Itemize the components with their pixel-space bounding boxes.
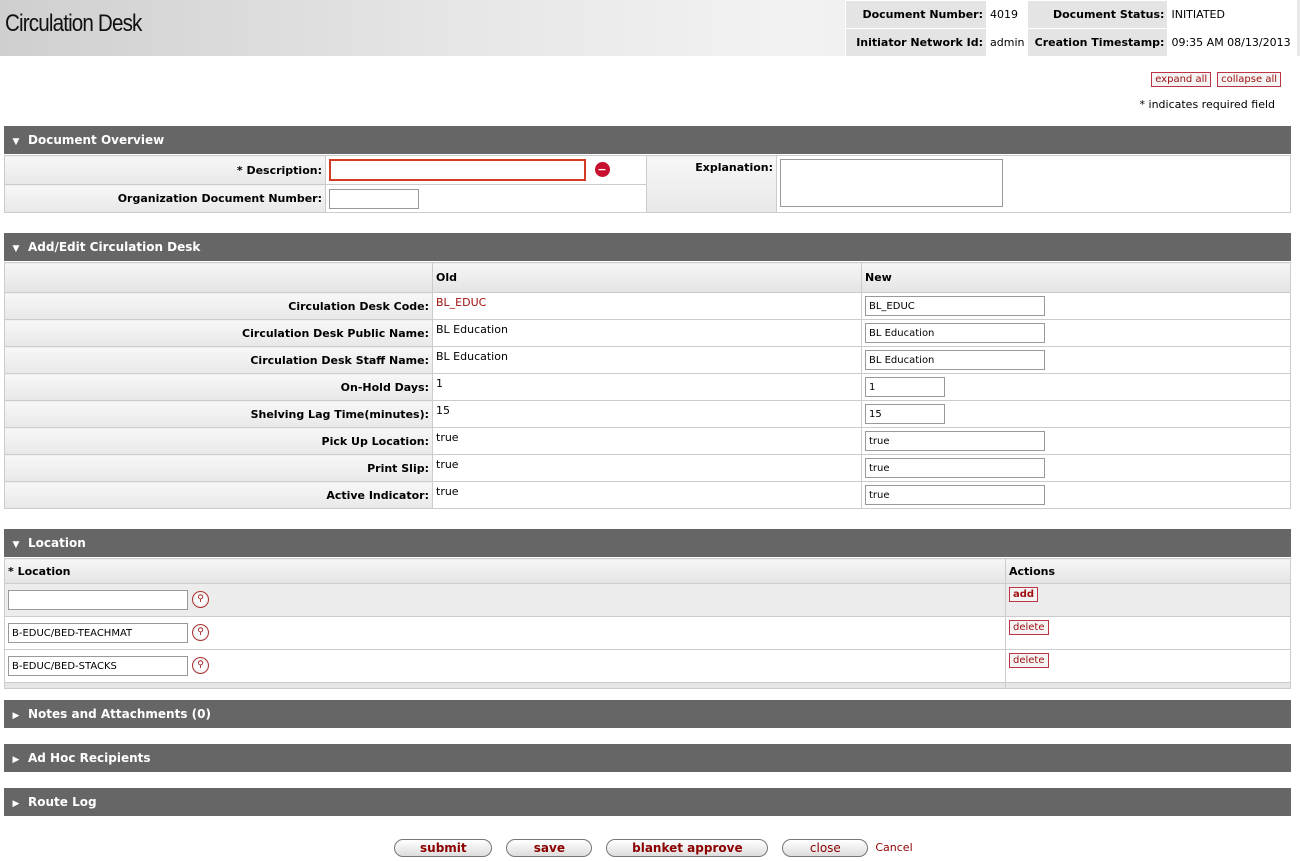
location-table: * Location Actions ⚲ add ⚲ delete ⚲ dele…	[4, 558, 1291, 689]
section-notes-attachments[interactable]: ▶ Notes and Attachments (0)	[4, 700, 1291, 728]
explanation-label: Explanation:	[646, 155, 777, 213]
section-title: Route Log	[28, 795, 97, 809]
active-indicator-input[interactable]	[865, 485, 1045, 505]
explanation-textarea[interactable]	[780, 159, 1003, 207]
old-value: BL_EDUC	[432, 292, 862, 320]
action-bar: submit save blanket approve close Cancel	[0, 839, 1300, 857]
org-doc-number-label: Organization Document Number:	[4, 184, 326, 213]
table-row: Active Indicator: true	[4, 481, 1291, 509]
table-row: Pick Up Location: true	[4, 427, 1291, 455]
field-label: Active Indicator:	[4, 481, 433, 509]
section-title: Location	[28, 536, 86, 550]
save-button[interactable]: save	[506, 839, 593, 857]
field-label: Circulation Desk Code:	[4, 292, 433, 320]
doc-status-value: INITIATED	[1167, 0, 1298, 29]
old-value: true	[432, 454, 862, 482]
field-label: Circulation Desk Staff Name:	[4, 346, 433, 374]
old-value: BL Education	[432, 346, 862, 374]
table-row: ⚲ delete	[4, 649, 1291, 683]
description-label: * Description:	[4, 155, 326, 185]
pickup-location-input[interactable]	[865, 431, 1045, 451]
collapse-all-button[interactable]: collapse all	[1217, 72, 1281, 87]
collapse-triangle-icon: ▼	[12, 137, 20, 147]
old-value: true	[432, 427, 862, 455]
delete-location-button[interactable]: delete	[1009, 653, 1049, 668]
old-value: 1	[432, 373, 862, 401]
org-doc-number-input[interactable]	[329, 188, 419, 209]
doc-number-value: 4019	[985, 0, 1029, 29]
expand-triangle-icon: ▶	[12, 755, 20, 765]
overview-table: * Description: − Explanation: Organizati…	[4, 155, 1291, 213]
section-ad-hoc-recipients[interactable]: ▶ Ad Hoc Recipients	[4, 744, 1291, 772]
field-label: Print Slip:	[4, 454, 433, 482]
cancel-link[interactable]: Cancel	[875, 841, 912, 854]
field-label: Pick Up Location:	[4, 427, 433, 455]
staff-name-input[interactable]	[865, 350, 1045, 370]
section-title: Document Overview	[28, 133, 165, 147]
public-name-input[interactable]	[865, 323, 1045, 343]
table-row: ⚲ add	[4, 583, 1291, 617]
field-label: On-Hold Days:	[4, 373, 433, 401]
table-row: Shelving Lag Time(minutes): 15	[4, 400, 1291, 428]
shelving-lag-input[interactable]	[865, 404, 945, 424]
old-value: BL Education	[432, 319, 862, 347]
location-input[interactable]	[8, 656, 188, 676]
expand-triangle-icon: ▶	[12, 711, 20, 721]
actions-column-header: Actions	[1005, 558, 1291, 584]
field-label: Circulation Desk Public Name:	[4, 319, 433, 347]
section-add-edit-circulation-desk[interactable]: ▼ Add/Edit Circulation Desk	[4, 233, 1291, 261]
section-document-overview[interactable]: ▼ Document Overview	[4, 126, 1291, 154]
circ-desk-code-input[interactable]	[865, 296, 1045, 316]
field-label: Shelving Lag Time(minutes):	[4, 400, 433, 428]
expand-triangle-icon: ▶	[12, 799, 20, 809]
collapse-triangle-icon: ▼	[12, 244, 20, 254]
new-column-header: New	[861, 262, 1291, 293]
location-input[interactable]	[8, 623, 188, 643]
section-route-log[interactable]: ▶ Route Log	[4, 788, 1291, 816]
description-input[interactable]	[329, 159, 586, 181]
edit-table: Old New Circulation Desk Code: BL_EDUC C…	[4, 262, 1291, 509]
section-title: Ad Hoc Recipients	[28, 751, 151, 765]
blanket-approve-button[interactable]: blanket approve	[606, 839, 769, 857]
section-location[interactable]: ▼ Location	[4, 529, 1291, 557]
location-column-header: * Location	[4, 558, 1006, 584]
submit-button[interactable]: submit	[394, 839, 493, 857]
initiator-label: Initiator Network Id:	[845, 28, 987, 57]
delete-location-button[interactable]: delete	[1009, 620, 1049, 635]
expand-all-button[interactable]: expand all	[1151, 72, 1212, 87]
section-title: Notes and Attachments (0)	[28, 707, 211, 721]
document-meta: Document Number: 4019 Document Status: I…	[845, 0, 1298, 57]
magnifier-lookup-icon[interactable]: ⚲	[192, 591, 209, 608]
table-row: Circulation Desk Staff Name: BL Educatio…	[4, 346, 1291, 374]
magnifier-lookup-icon[interactable]: ⚲	[192, 657, 209, 674]
table-row: Circulation Desk Public Name: BL Educati…	[4, 319, 1291, 347]
required-field-note: * indicates required field	[1139, 98, 1275, 111]
created-value: 09:35 AM 08/13/2013	[1167, 28, 1298, 57]
magnifier-lookup-icon[interactable]: ⚲	[192, 624, 209, 641]
old-value: true	[432, 481, 862, 509]
page-title: Circulation Desk	[5, 10, 142, 37]
table-row: Print Slip: true	[4, 454, 1291, 482]
doc-number-label: Document Number:	[845, 0, 987, 29]
on-hold-days-input[interactable]	[865, 377, 945, 397]
stop-error-icon: −	[594, 162, 610, 177]
add-location-button[interactable]: add	[1009, 587, 1039, 602]
close-button[interactable]: close	[782, 839, 869, 857]
new-location-input[interactable]	[8, 590, 188, 610]
table-row: On-Hold Days: 1	[4, 373, 1291, 401]
initiator-value: admin	[985, 28, 1029, 57]
created-label: Creation Timestamp:	[1027, 28, 1169, 57]
section-title: Add/Edit Circulation Desk	[28, 240, 201, 254]
old-column-header: Old	[432, 262, 862, 293]
collapse-triangle-icon: ▼	[12, 540, 20, 550]
old-value: 15	[432, 400, 862, 428]
table-row: ⚲ delete	[4, 616, 1291, 650]
document-header: Circulation Desk Document Number: 4019 D…	[0, 0, 1300, 57]
doc-status-label: Document Status:	[1027, 0, 1169, 29]
print-slip-input[interactable]	[865, 458, 1045, 478]
table-row: Circulation Desk Code: BL_EDUC	[4, 292, 1291, 320]
